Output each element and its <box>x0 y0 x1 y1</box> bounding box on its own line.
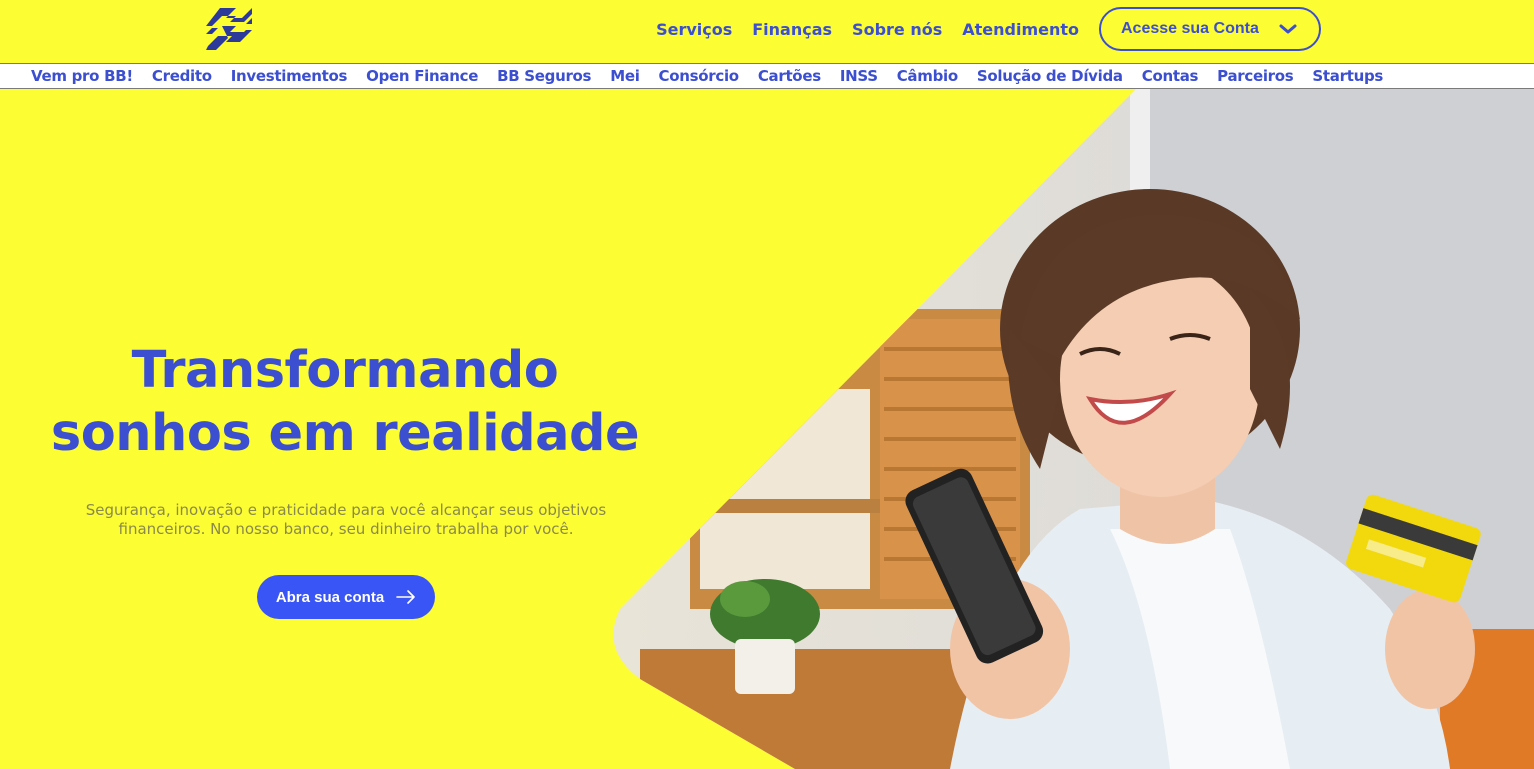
open-account-label: Abra sua conta <box>275 588 385 606</box>
nav-servicos[interactable]: Serviços <box>656 20 732 39</box>
hero-title: Transformando sonhos em realidade <box>30 339 660 465</box>
subnav-cambio[interactable]: Câmbio <box>897 67 958 85</box>
chevron-down-icon <box>1279 24 1297 34</box>
hero-subtitle-line-2: financeiros. No nosso banco, seu dinheir… <box>118 520 574 538</box>
subnav-solucao-de-divida[interactable]: Solução de Dívida <box>977 67 1123 85</box>
subnav-vem-pro-bb[interactable]: Vem pro BB! <box>31 67 133 85</box>
subnav-contas[interactable]: Contas <box>1142 67 1199 85</box>
nav-atendimento[interactable]: Atendimento <box>962 20 1079 39</box>
subnav-cartoes[interactable]: Cartões <box>758 67 821 85</box>
hero-subtitle: Segurança, inovação e praticidade para v… <box>60 501 632 539</box>
hero-section: Transformando sonhos em realidade Segura… <box>0 89 1534 769</box>
nav-financas[interactable]: Finanças <box>752 20 832 39</box>
subnav-consorcio[interactable]: Consórcio <box>659 67 740 85</box>
subnav-inss[interactable]: INSS <box>840 67 878 85</box>
page: Serviços Finanças Sobre nós Atendimento … <box>0 0 1534 769</box>
subnav-startups[interactable]: Startups <box>1312 67 1383 85</box>
main-nav: Serviços Finanças Sobre nós Atendimento … <box>656 5 1321 53</box>
hero-title-line-2: sonhos em realidade <box>50 404 640 463</box>
category-nav: Vem pro BB! Credito Investimentos Open F… <box>0 63 1534 89</box>
hero-subtitle-line-1: Segurança, inovação e praticidade para v… <box>85 501 607 519</box>
subnav-bb-seguros[interactable]: BB Seguros <box>497 67 591 85</box>
hero-title-line-1: Transformando <box>131 341 559 400</box>
access-account-button[interactable]: Acesse sua Conta <box>1099 7 1321 51</box>
open-account-button[interactable]: Abra sua conta <box>257 575 435 619</box>
access-account-label: Acesse sua Conta <box>1121 20 1259 37</box>
subnav-credito[interactable]: Credito <box>152 67 212 85</box>
top-header: Serviços Finanças Sobre nós Atendimento … <box>0 0 1534 63</box>
subnav-parceiros[interactable]: Parceiros <box>1217 67 1294 85</box>
subnav-open-finance[interactable]: Open Finance <box>366 67 478 85</box>
arrow-right-icon <box>396 590 415 604</box>
nav-sobre-nos[interactable]: Sobre nós <box>852 20 942 39</box>
bb-logo-icon[interactable] <box>206 8 252 50</box>
subnav-investimentos[interactable]: Investimentos <box>231 67 348 85</box>
subnav-mei[interactable]: Mei <box>610 67 640 85</box>
